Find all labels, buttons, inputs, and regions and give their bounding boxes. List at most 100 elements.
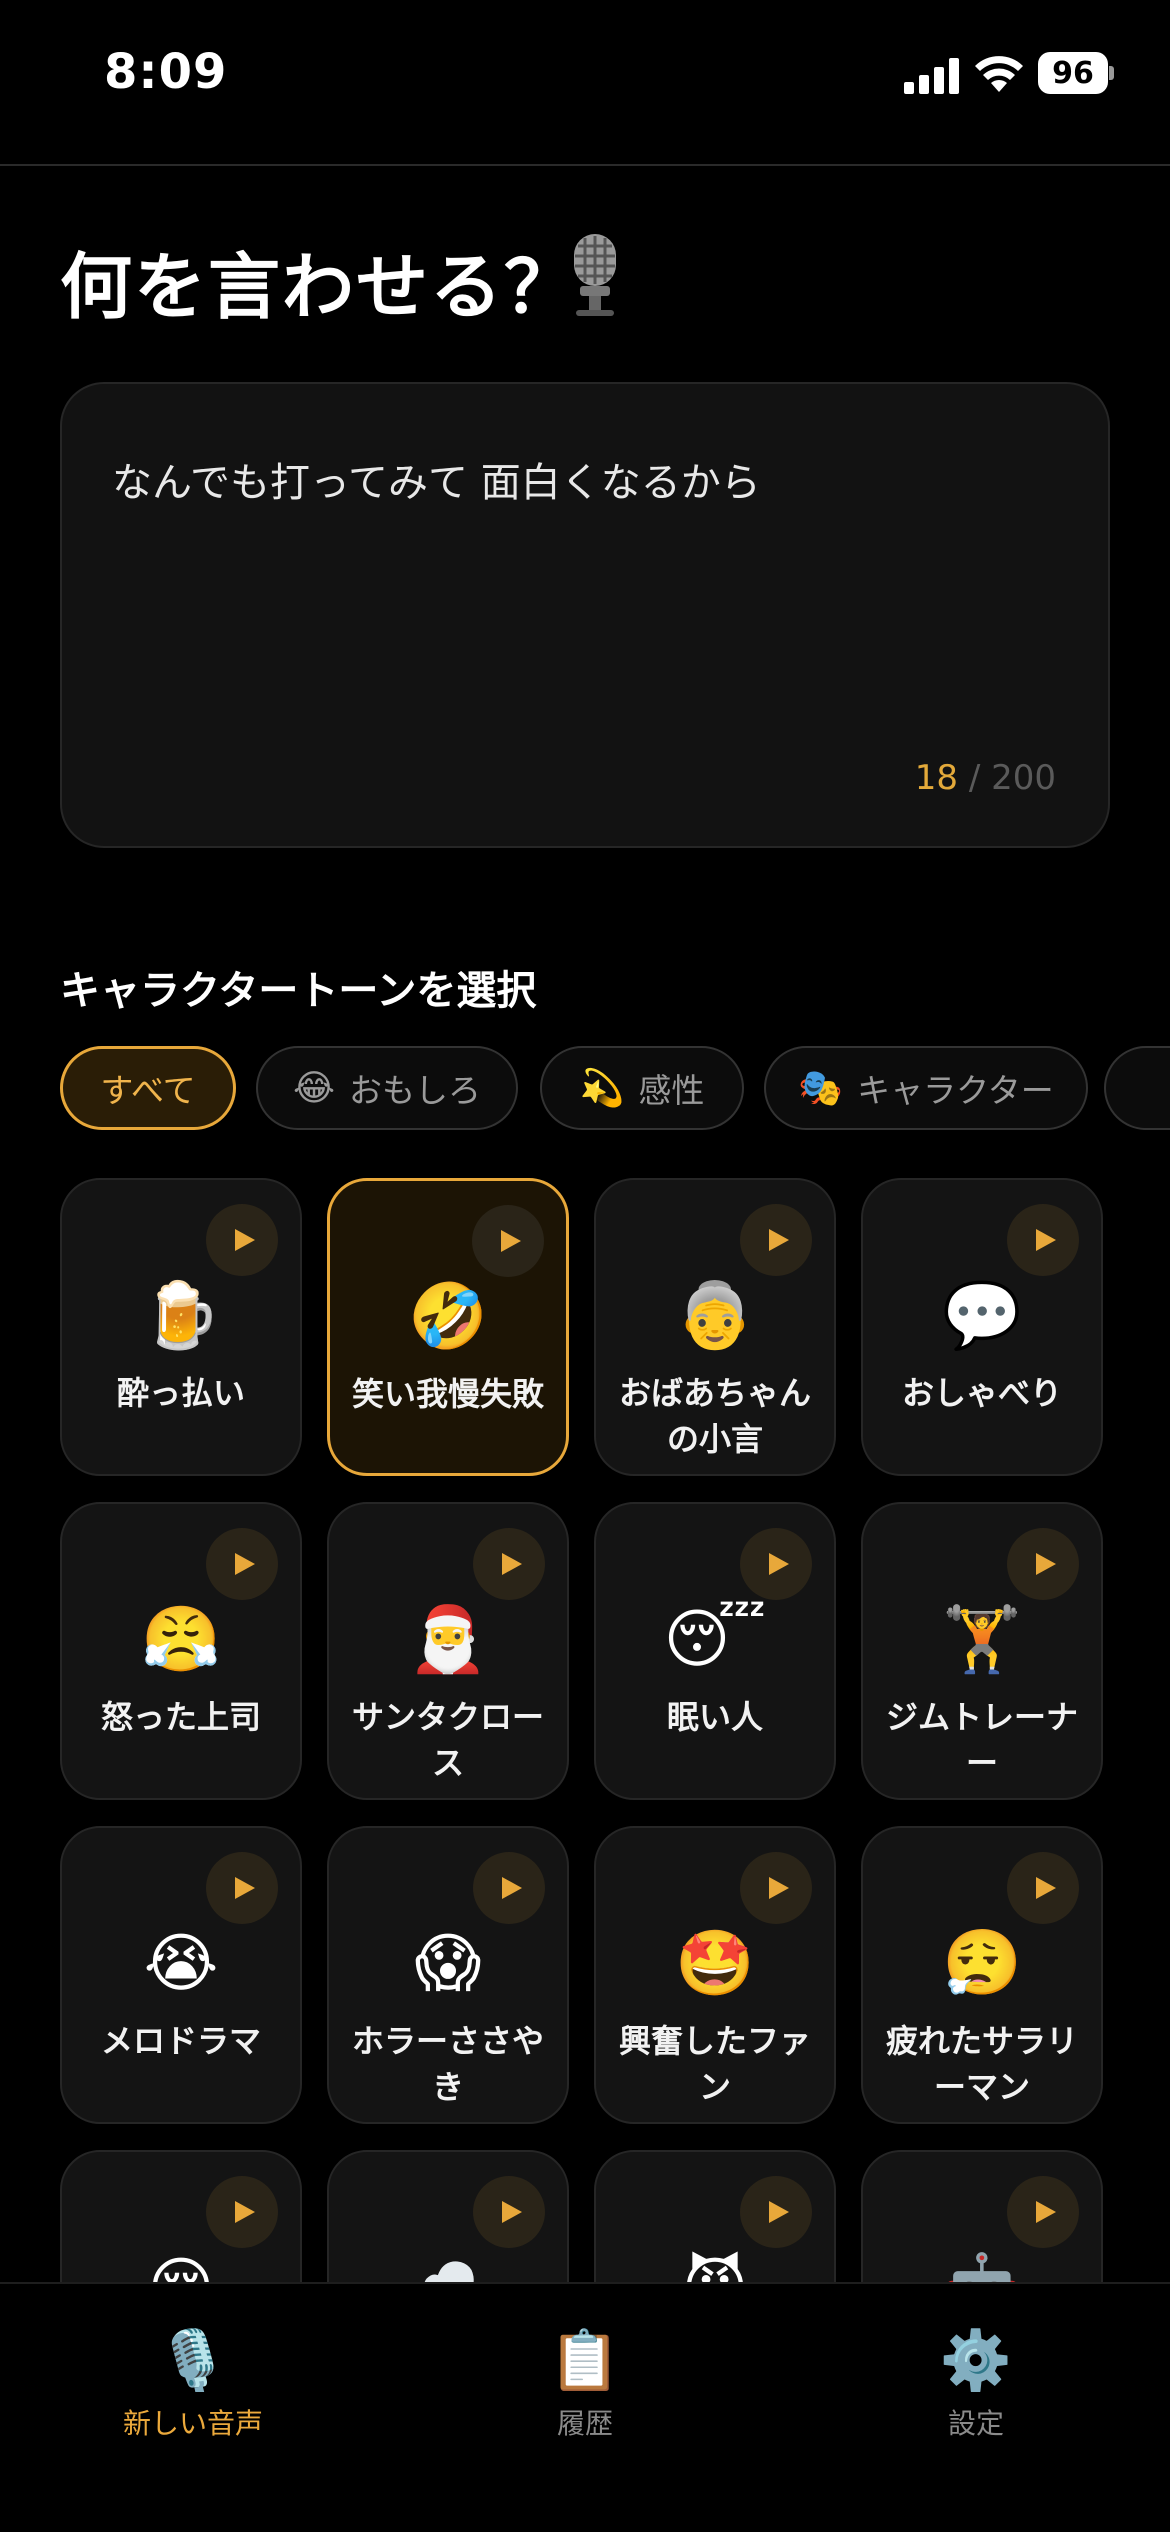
character-emoji-icon: 🤩 xyxy=(675,1927,755,2001)
character-label: おばあちゃんの小言 xyxy=(618,1374,811,1458)
tab-label: 新しい音声 xyxy=(122,2407,263,2440)
section-title: キャラクタートーンを選択 xyxy=(60,968,537,1014)
phrase-input[interactable]: なんでも打ってみて 面白くなるから 18 / 200 xyxy=(60,382,1110,848)
play-preview-button[interactable] xyxy=(206,2176,278,2248)
filter-chip-label: すべて xyxy=(100,1071,196,1110)
wifi-icon xyxy=(975,56,1023,92)
play-icon xyxy=(1036,1229,1056,1251)
character-card[interactable]: 🎅 サンタクロース xyxy=(327,1502,569,1800)
play-preview-button[interactable] xyxy=(1007,1204,1079,1276)
play-icon xyxy=(769,1877,789,1899)
character-card[interactable]: 🏋️ ジムトレーナー xyxy=(861,1502,1103,1800)
character-emoji-icon: 🎅 xyxy=(408,1603,488,1677)
tone-filter-bar[interactable]: すべて 😂 おもしろ 💫 感性 🎭 キャラクター xyxy=(60,1046,1170,1130)
character-emoji-icon: 🤣 xyxy=(408,1280,488,1354)
clipboard-icon: 📋 xyxy=(548,2326,622,2394)
cellular-signal-icon xyxy=(904,58,959,94)
tab-history[interactable]: 📋 履歴 xyxy=(465,2324,705,2444)
play-icon xyxy=(502,1877,522,1899)
play-preview-button[interactable] xyxy=(740,1528,812,1600)
play-icon xyxy=(235,1553,255,1575)
character-card[interactable]: 😈 xyxy=(594,2150,836,2282)
character-label: ジムトレーナー xyxy=(885,1698,1078,1782)
play-icon xyxy=(502,1553,522,1575)
character-label: 眠い人 xyxy=(666,1698,763,1736)
play-preview-button[interactable] xyxy=(740,1852,812,1924)
tab-label: 設定 xyxy=(947,2407,1004,2440)
tab-new-voice[interactable]: 🎙️ 新しい音声 xyxy=(73,2324,313,2444)
character-card[interactable]: 👵 おばあちゃんの小言 xyxy=(594,1178,836,1476)
character-emoji-icon: 😤 xyxy=(141,1603,221,1677)
character-grid: 🍺 酔っ払い 🤣 笑い我慢失敗 👵 おばあちゃんの小言 💬 おしゃべり 😤 怒った上司 🎅 サンタクロ… xyxy=(60,1178,1110,2282)
character-emoji-icon: ☁️ xyxy=(329,2248,567,2282)
character-card[interactable]: 🍺 酔っ払い xyxy=(60,1178,302,1476)
filter-chip-more[interactable] xyxy=(1104,1046,1170,1130)
character-card[interactable]: ☁️ xyxy=(327,2150,569,2282)
character-emoji-icon: 😮‍💨 xyxy=(942,1927,1022,2001)
character-card[interactable]: 🤩 興奮したファン xyxy=(594,1826,836,2124)
character-emoji-icon: 😱 xyxy=(414,1927,482,2001)
character-card[interactable]: 🤖 xyxy=(861,2150,1103,2282)
play-icon xyxy=(1036,1877,1056,1899)
character-emoji-icon: 💬 xyxy=(942,1279,1022,1353)
play-preview-button[interactable] xyxy=(1007,1528,1079,1600)
battery-indicator: 96 xyxy=(1038,52,1114,94)
app-screen: 8:09 96 何を言わせる？ なんでも打ってみて 面白くなるから 18 / 2… xyxy=(0,0,1170,2532)
filter-chip-all[interactable]: すべて xyxy=(60,1046,236,1130)
character-card[interactable]: 😌 xyxy=(60,2150,302,2282)
play-preview-button[interactable] xyxy=(473,1528,545,1600)
play-icon xyxy=(769,2201,789,2223)
tab-label: 履歴 xyxy=(556,2407,613,2440)
character-emoji-icon: 👵 xyxy=(675,1279,755,1353)
laughing-face-icon: 😂 xyxy=(292,1067,336,1109)
character-emoji-icon: 🍺 xyxy=(141,1279,221,1353)
play-preview-button[interactable] xyxy=(472,1205,544,1277)
phrase-input-text[interactable]: なんでも打ってみて 面白くなるから xyxy=(112,450,761,508)
character-label: 怒った上司 xyxy=(100,1698,261,1736)
play-preview-button[interactable] xyxy=(206,1204,278,1276)
play-icon xyxy=(1036,2201,1056,2223)
character-emoji-icon: 😭 xyxy=(143,1927,219,2001)
character-label: おしゃべり xyxy=(901,1374,1062,1412)
play-icon xyxy=(1036,1553,1056,1575)
character-card[interactable]: 😭 メロドラマ xyxy=(60,1826,302,2124)
play-preview-button[interactable] xyxy=(206,1852,278,1924)
character-label: 笑い我慢失敗 xyxy=(351,1375,544,1413)
character-card[interactable]: 😤 怒った上司 xyxy=(60,1502,302,1800)
status-bar: 8:09 96 xyxy=(0,0,1170,160)
battery-cap xyxy=(1109,66,1114,80)
battery-level: 96 xyxy=(1038,52,1108,94)
play-preview-button[interactable] xyxy=(473,2176,545,2248)
character-card[interactable]: 😱 ホラーささやき xyxy=(327,1826,569,2124)
filter-chip-character[interactable]: 🎭 キャラクター xyxy=(764,1046,1088,1130)
play-preview-button[interactable] xyxy=(1007,2176,1079,2248)
tab-settings[interactable]: ⚙️ 設定 xyxy=(856,2324,1096,2444)
play-preview-button[interactable] xyxy=(1007,1852,1079,1924)
filter-chip-funny[interactable]: 😂 おもしろ xyxy=(256,1046,518,1130)
play-icon xyxy=(235,1877,255,1899)
play-icon xyxy=(769,1553,789,1575)
play-preview-button[interactable] xyxy=(740,1204,812,1276)
dizzy-star-icon: 💫 xyxy=(579,1068,625,1109)
character-card[interactable]: 🤣 笑い我慢失敗 xyxy=(327,1178,569,1476)
play-preview-button[interactable] xyxy=(740,2176,812,2248)
character-card[interactable]: 😴 眠い人 xyxy=(594,1502,836,1800)
character-card[interactable]: 💬 おしゃべり xyxy=(861,1178,1103,1476)
microphone-icon: 🎙️ xyxy=(156,2326,230,2394)
play-preview-button[interactable] xyxy=(206,1528,278,1600)
character-label: サンタクロース xyxy=(351,1698,544,1782)
play-icon xyxy=(769,1229,789,1251)
play-preview-button[interactable] xyxy=(473,1852,545,1924)
page-title: 何を言わせる？ xyxy=(60,245,579,329)
gear-icon: ⚙️ xyxy=(939,2326,1013,2394)
tab-bar: 🎙️ 新しい音声 📋 履歴 ⚙️ 設定 xyxy=(0,2282,1170,2532)
character-label: 疲れたサラリーマン xyxy=(885,2022,1078,2106)
character-card[interactable]: 😮‍💨 疲れたサラリーマン xyxy=(861,1826,1103,2124)
header-divider xyxy=(0,164,1170,166)
filter-chip-label: キャラクター xyxy=(857,1071,1054,1110)
play-icon xyxy=(235,2201,255,2223)
character-emoji-icon: 🤖 xyxy=(863,2248,1101,2282)
character-label: メロドラマ xyxy=(100,2022,261,2060)
filter-chip-label: 感性 xyxy=(638,1071,705,1110)
filter-chip-emotional[interactable]: 💫 感性 xyxy=(540,1046,744,1130)
